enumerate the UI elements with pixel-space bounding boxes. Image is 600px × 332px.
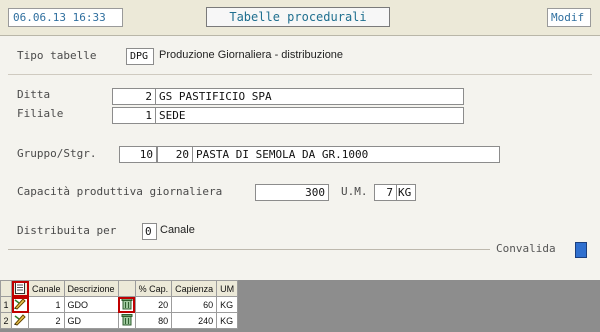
- form-panel: Tipo tabelle DPG Produzione Giornaliera …: [0, 35, 600, 281]
- column-capienza[interactable]: Capienza: [171, 280, 218, 297]
- um-cell[interactable]: KG: [216, 312, 239, 329]
- convalida-separator: [8, 249, 490, 250]
- distribuita-field[interactable]: 0: [142, 223, 157, 240]
- gruppo-code-field[interactable]: 10: [119, 146, 157, 163]
- gruppo-description-field[interactable]: PASTA DI SEMOLA DA GR.1000: [192, 146, 500, 163]
- column-canale[interactable]: Canale: [28, 280, 65, 297]
- um-code-field[interactable]: 7: [374, 184, 397, 201]
- descrizione-cell[interactable]: GDO: [63, 296, 119, 313]
- tipo-label: Tipo tabelle: [17, 49, 97, 62]
- grid-area: Canale Descrizione % Cap. Capienza UM 1 …: [0, 280, 600, 332]
- row-number: 1: [0, 296, 12, 313]
- capacita-field[interactable]: 300: [255, 184, 329, 201]
- tipo-code-field[interactable]: DPG: [126, 48, 154, 65]
- table-row[interactable]: 1 1 GDO 20 60 KG: [0, 296, 239, 313]
- title-button[interactable]: Tabelle procedurali: [206, 7, 390, 27]
- datetime-display: 06.06.13 16:33: [8, 8, 123, 27]
- tipo-description: Produzione Giornaliera - distribuzione: [159, 49, 344, 61]
- data-grid: Canale Descrizione % Cap. Capienza UM 1 …: [0, 280, 239, 329]
- recycle-bin-icon[interactable]: [117, 296, 136, 313]
- ditta-label: Ditta: [17, 88, 51, 101]
- capienza-cell[interactable]: 60: [171, 296, 218, 313]
- column-icon: [117, 280, 136, 297]
- um-description-field[interactable]: KG: [396, 184, 416, 201]
- filiale-description-field[interactable]: SEDE: [155, 107, 464, 124]
- capacita-label: Capacità produttiva giornaliera: [17, 185, 223, 198]
- um-cell[interactable]: KG: [216, 296, 239, 313]
- grid-header-row: Canale Descrizione % Cap. Capienza UM: [0, 280, 239, 297]
- separator: [8, 74, 592, 75]
- canale-cell[interactable]: 2: [28, 312, 65, 329]
- convalida-label: Convalida: [496, 242, 556, 255]
- edit-row-icon[interactable]: [11, 312, 29, 329]
- edit-row-icon[interactable]: [11, 296, 29, 313]
- capienza-cell[interactable]: 240: [171, 312, 218, 329]
- mode-indicator: Modif: [547, 8, 591, 27]
- top-bar: 06.06.13 16:33 Tabelle procedurali Modif: [0, 0, 600, 35]
- ditta-code-field[interactable]: 2: [112, 88, 156, 105]
- distribuita-label: Distribuita per: [17, 224, 117, 237]
- canale-cell[interactable]: 1: [28, 296, 65, 313]
- column-um[interactable]: UM: [216, 280, 239, 297]
- gruppo-label: Gruppo/Stgr.: [17, 147, 97, 160]
- cap-cell[interactable]: 80: [134, 312, 173, 329]
- convalida-button[interactable]: [575, 242, 587, 258]
- row-number: 2: [0, 312, 12, 329]
- descrizione-cell[interactable]: GD: [63, 312, 119, 329]
- filiale-label: Filiale: [17, 107, 64, 120]
- ditta-description-field[interactable]: GS PASTIFICIO SPA: [155, 88, 464, 105]
- recycle-bin-icon[interactable]: [117, 312, 136, 329]
- table-row[interactable]: 2 2 GD 80 240 KG: [0, 312, 239, 329]
- um-label: U.M.: [341, 185, 368, 198]
- column-cap[interactable]: % Cap.: [134, 280, 173, 297]
- grid-corner: [0, 280, 12, 297]
- sottogruppo-code-field[interactable]: 20: [157, 146, 193, 163]
- cap-cell[interactable]: 20: [134, 296, 173, 313]
- document-icon[interactable]: [11, 280, 29, 297]
- column-descrizione[interactable]: Descrizione: [63, 280, 119, 297]
- filiale-code-field[interactable]: 1: [112, 107, 156, 124]
- distribuita-description: Canale: [160, 224, 195, 236]
